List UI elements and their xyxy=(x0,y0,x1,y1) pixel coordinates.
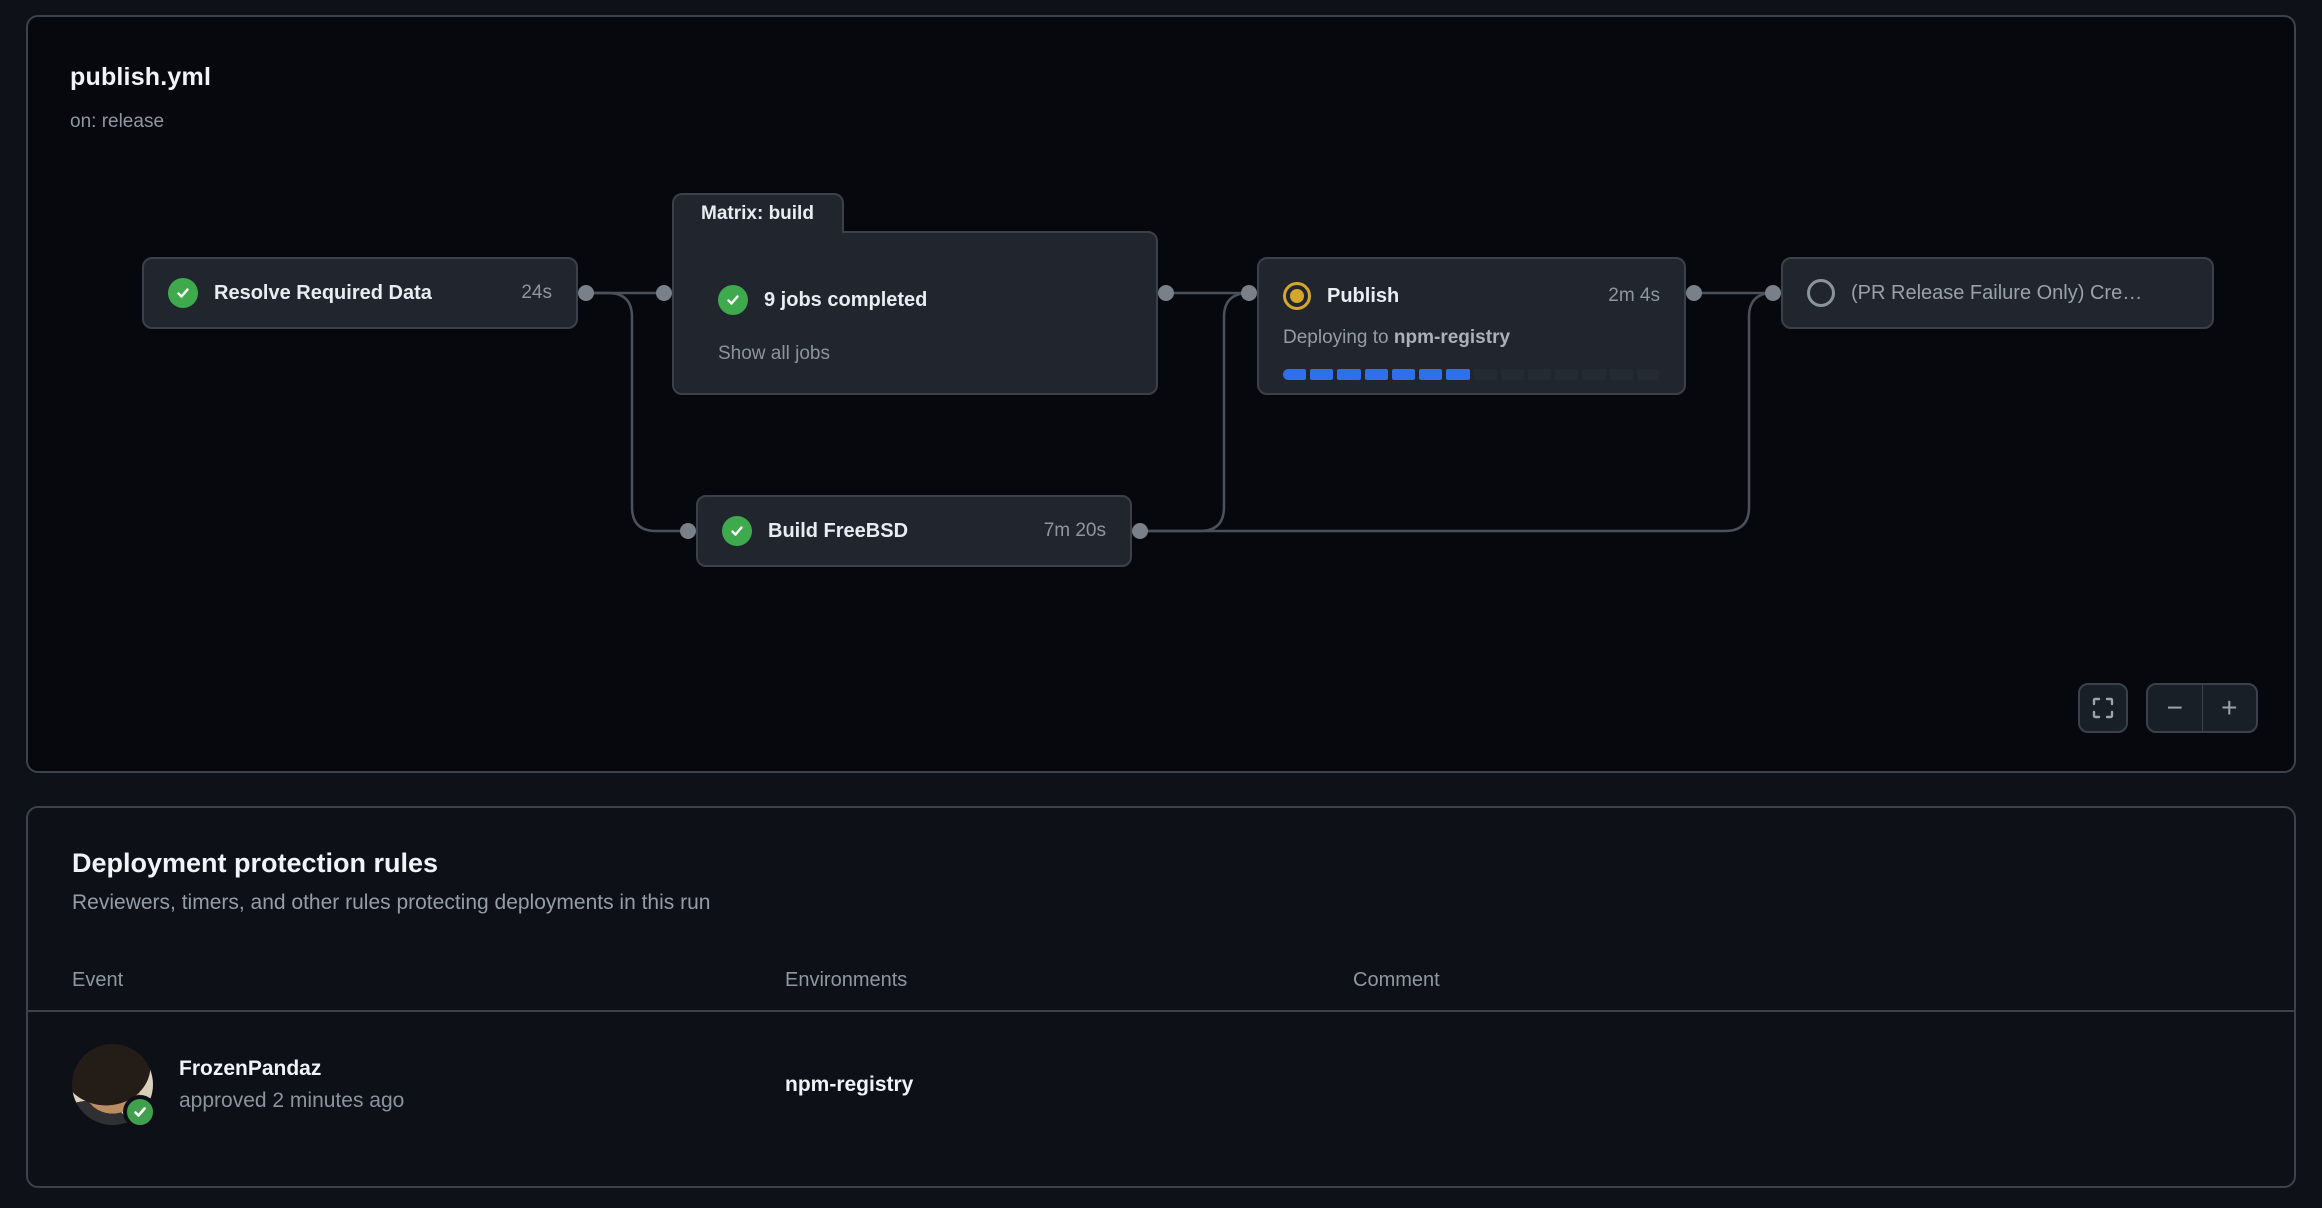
progress-segment xyxy=(1310,369,1333,380)
node-duration: 7m 20s xyxy=(1044,520,1106,542)
deploy-progress-bar xyxy=(1283,369,1660,380)
progress-segment xyxy=(1419,369,1442,380)
zoom-in-button[interactable]: + xyxy=(2203,685,2257,731)
node-duration: 2m 4s xyxy=(1608,285,1660,307)
pending-circle-icon xyxy=(1807,279,1835,307)
connection-dot xyxy=(1132,523,1148,539)
node-label: Build FreeBSD xyxy=(768,520,908,543)
node-duration: 24s xyxy=(521,282,552,304)
column-header-event: Event xyxy=(72,969,785,992)
progress-segment xyxy=(1392,369,1415,380)
node-resolve-required-data[interactable]: Resolve Required Data 24s xyxy=(142,257,578,329)
progress-segment xyxy=(1474,369,1497,380)
connection-dot xyxy=(1765,285,1781,301)
zoom-out-button[interactable]: − xyxy=(2148,685,2203,731)
node-publish[interactable]: Publish 2m 4s Deploying to npm-registry xyxy=(1257,257,1686,395)
fullscreen-icon xyxy=(2092,697,2114,719)
column-header-environments: Environments xyxy=(785,969,1353,992)
progress-segment xyxy=(1582,369,1605,380)
column-header-comment: Comment xyxy=(1353,969,2250,992)
connection-dot xyxy=(1241,285,1257,301)
zoom-control-group: − + xyxy=(2146,683,2258,733)
matrix-group-tab: Matrix: build xyxy=(672,193,844,233)
progress-segment xyxy=(1610,369,1633,380)
event-cell: FrozenPandaz approved 2 minutes ago xyxy=(72,1044,785,1125)
connection-dot xyxy=(1158,285,1174,301)
node-label: Publish xyxy=(1327,285,1399,308)
in-progress-icon xyxy=(1283,282,1311,310)
page: publish.yml on: release xyxy=(0,0,2322,1208)
event-text: FrozenPandaz approved 2 minutes ago xyxy=(179,1057,404,1113)
section-title: Deployment protection rules xyxy=(72,848,2250,879)
section-subtitle: Reviewers, timers, and other rules prote… xyxy=(72,891,2250,915)
connection-dot xyxy=(680,523,696,539)
node-label: (PR Release Failure Only) Cre… xyxy=(1851,282,2142,305)
minus-icon: − xyxy=(2167,694,2183,722)
check-circle-icon xyxy=(722,516,752,546)
progress-segment xyxy=(1337,369,1360,380)
approved-badge-icon xyxy=(123,1095,157,1129)
check-circle-icon xyxy=(718,285,748,315)
protection-rule-row: FrozenPandaz approved 2 minutes ago npm-… xyxy=(72,1012,2250,1125)
connection-dot xyxy=(656,285,672,301)
node-label: 9 jobs completed xyxy=(764,289,927,312)
node-pr-release-failure[interactable]: (PR Release Failure Only) Cre… xyxy=(1781,257,2214,329)
environment-cell: npm-registry xyxy=(785,1073,1353,1097)
check-circle-icon xyxy=(168,278,198,308)
progress-segment xyxy=(1283,369,1306,380)
deploy-status-text: Deploying to npm-registry xyxy=(1283,327,1660,349)
node-build-freebsd[interactable]: Build FreeBSD 7m 20s xyxy=(696,495,1132,567)
workflow-graph-panel: publish.yml on: release xyxy=(26,15,2296,773)
connection-dot xyxy=(578,285,594,301)
progress-segment xyxy=(1501,369,1524,380)
connection-dot xyxy=(1686,285,1702,301)
table-header-row: Event Environments Comment xyxy=(72,969,2250,992)
progress-segment xyxy=(1637,369,1660,380)
progress-segment xyxy=(1528,369,1551,380)
progress-segment xyxy=(1446,369,1469,380)
fullscreen-button[interactable] xyxy=(2078,683,2128,733)
node-label: Resolve Required Data xyxy=(214,282,432,305)
deployment-protection-panel: Deployment protection rules Reviewers, t… xyxy=(26,806,2296,1188)
avatar-wrap xyxy=(72,1044,153,1125)
plus-icon: + xyxy=(2221,694,2237,722)
workflow-edges xyxy=(28,17,2298,775)
progress-segment xyxy=(1555,369,1578,380)
progress-segment xyxy=(1365,369,1388,380)
user-name: FrozenPandaz xyxy=(179,1057,404,1081)
node-matrix-build[interactable]: 9 jobs completed Show all jobs xyxy=(672,231,1158,395)
deploy-target: npm-registry xyxy=(1394,327,1510,348)
approval-status: approved 2 minutes ago xyxy=(179,1089,404,1113)
show-all-jobs-link[interactable]: Show all jobs xyxy=(718,343,830,365)
